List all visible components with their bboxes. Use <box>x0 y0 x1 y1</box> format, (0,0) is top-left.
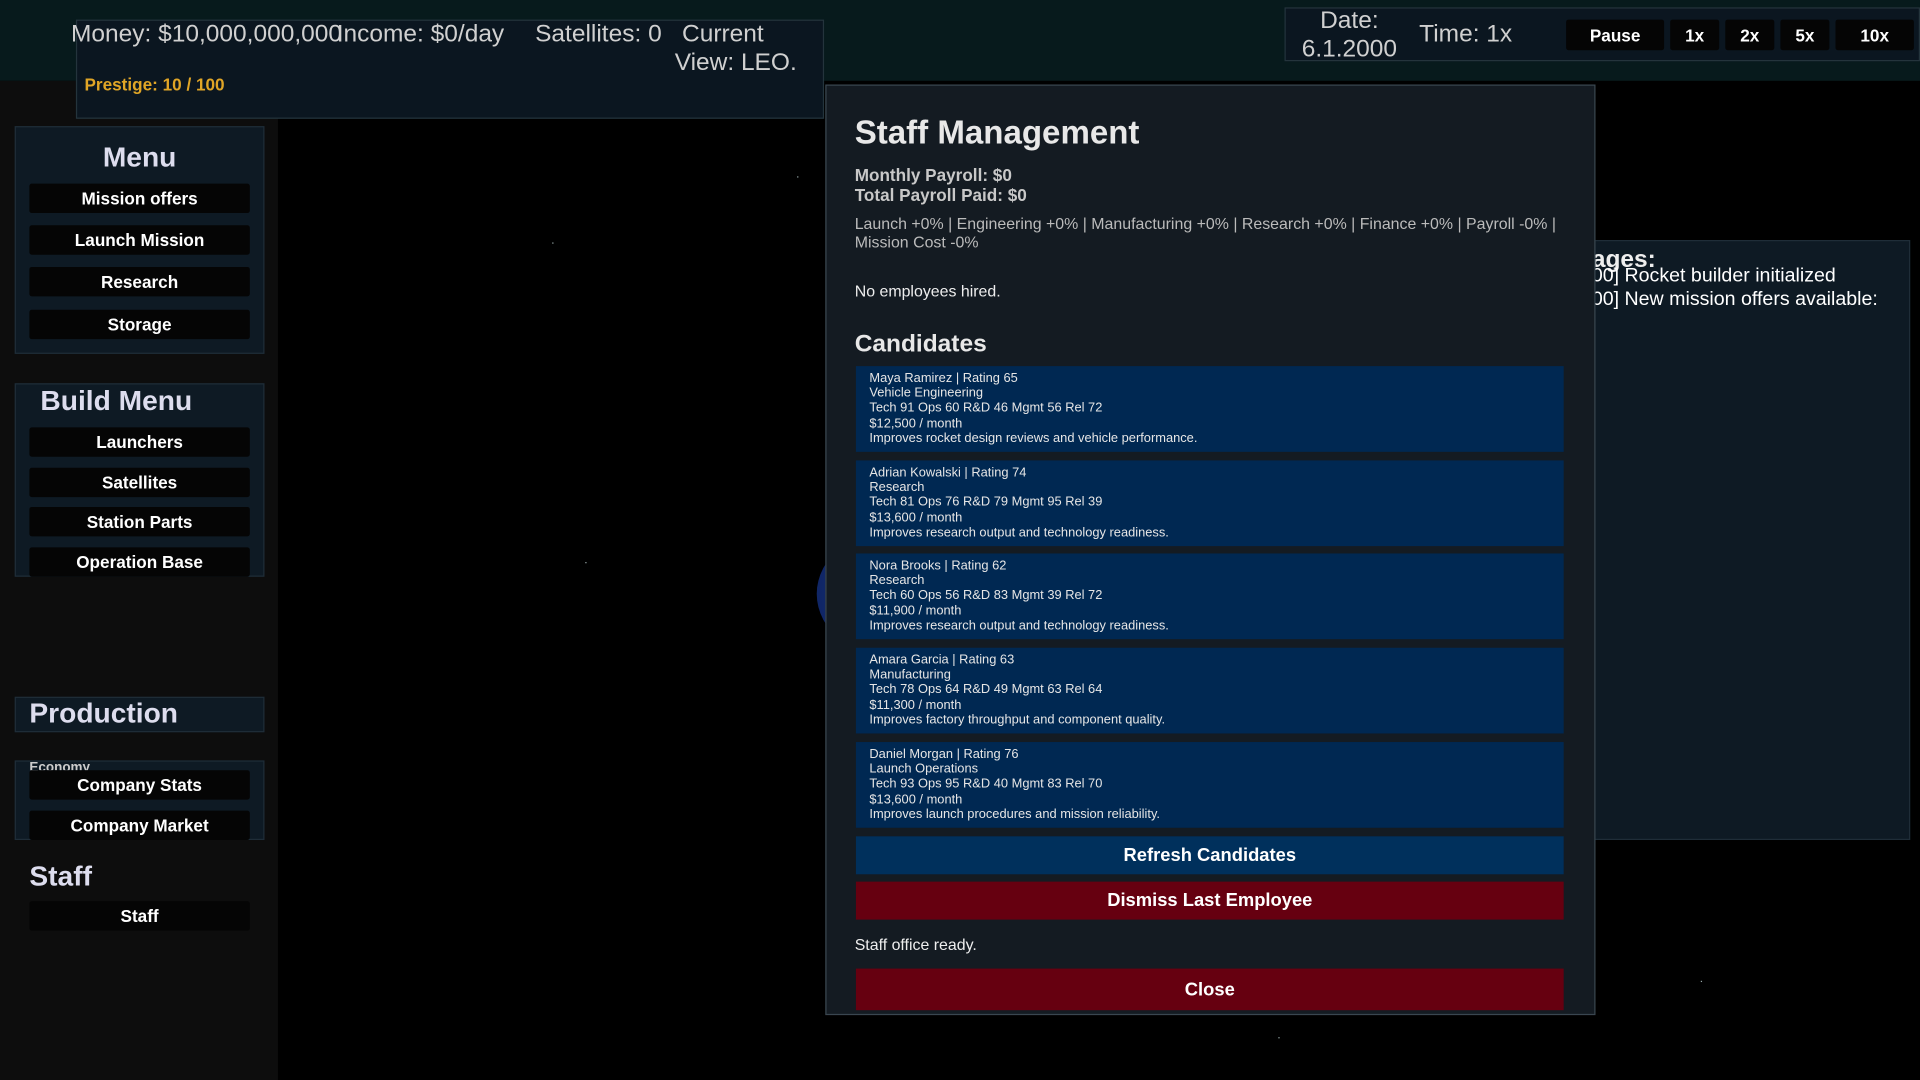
satellites-button[interactable]: Satellites <box>29 467 250 498</box>
candidate-salary: $11,900 / month <box>869 603 962 618</box>
candidate-header: Amara Garcia | Rating 63 <box>869 652 1015 668</box>
candidate-role: Launch Operations <box>869 761 979 777</box>
candidate-card[interactable]: Adrian Kowalski | Rating 74 Research Tec… <box>855 460 1564 547</box>
prestige-label: Prestige: 10 / 100 <box>84 74 225 95</box>
candidate-salary: $11,300 / month <box>869 697 962 713</box>
economy-label: Economy <box>29 760 91 771</box>
pause-button[interactable]: Pause <box>1566 19 1665 51</box>
candidate-role: Research <box>869 573 925 589</box>
storage-button[interactable]: Storage <box>29 309 250 340</box>
candidate-card[interactable]: Daniel Morgan | Rating 76 Launch Operati… <box>855 742 1564 828</box>
candidate-salary: $12,500 / month <box>869 415 963 431</box>
candidate-description: Improves research output and technology … <box>869 618 1169 633</box>
launchers-button[interactable]: Launchers <box>29 427 250 457</box>
launch-mission-button[interactable]: Launch Mission <box>29 225 250 255</box>
company-market-button[interactable]: Company Market <box>29 810 250 841</box>
star <box>1278 1037 1280 1039</box>
candidate-role: Manufacturing <box>869 667 951 683</box>
income-label: Income: $0/day <box>336 20 505 48</box>
monthly-payroll: Monthly Payroll: $0 <box>854 165 1012 185</box>
candidate-description: Improves factory throughput and componen… <box>869 712 1166 728</box>
star <box>585 562 587 564</box>
dismiss-last-employee-button[interactable]: Dismiss Last Employee <box>855 881 1564 920</box>
close-button[interactable]: Close <box>855 968 1564 1011</box>
message-line: 00] New mission offers available: <box>1591 288 1878 310</box>
candidate-card[interactable]: Amara Garcia | Rating 63 Manufacturing T… <box>855 647 1564 734</box>
candidate-stats: Tech 60 Ops 56 R&D 83 Mgmt 39 Rel 72 <box>869 588 1103 603</box>
star <box>797 176 799 178</box>
date-value: 6.1.2000 <box>1301 35 1398 63</box>
candidate-description: Improves rocket design reviews and vehic… <box>869 430 1198 446</box>
candidate-description: Improves launch procedures and mission r… <box>869 806 1161 822</box>
staff-section-title: Staff <box>29 859 92 892</box>
game-screen: Money: $10,000,000,000 Income: $0/day Sa… <box>0 0 1920 1080</box>
menu-title: Menu <box>102 140 177 173</box>
speed-1x-button[interactable]: 1x <box>1670 19 1720 51</box>
candidate-role: Research <box>869 480 925 495</box>
candidate-stats: Tech 91 Ops 60 R&D 46 Mgmt 56 Rel 72 <box>869 400 1103 416</box>
candidate-stats: Tech 81 Ops 76 R&D 79 Mgmt 95 Rel 39 <box>869 495 1103 510</box>
modal-title: Staff Management <box>854 113 1140 151</box>
star <box>552 242 554 244</box>
time-speed-label: Time: 1x <box>1419 20 1513 48</box>
operation-base-button[interactable]: Operation Base <box>29 547 250 577</box>
date-label-line1: Date: <box>1320 7 1379 35</box>
money-label: Money: $10,000,000,000 <box>71 20 342 48</box>
view-label-line2: View: LEO. <box>674 48 797 76</box>
staff-button[interactable]: Staff <box>29 901 250 931</box>
candidate-stats: Tech 93 Ops 95 R&D 40 Mgmt 83 Rel 70 <box>869 776 1103 792</box>
build-menu-title: Build Menu <box>40 384 193 417</box>
candidate-role: Vehicle Engineering <box>869 385 984 401</box>
speed-10x-button[interactable]: 10x <box>1835 19 1914 51</box>
candidate-card[interactable]: Nora Brooks | Rating 62 Research Tech 60… <box>855 553 1564 640</box>
company-stats-button[interactable]: Company Stats <box>29 770 250 800</box>
department-modifiers: Launch +0% | Engineering +0% | Manufactu… <box>854 214 1557 252</box>
candidate-header: Daniel Morgan | Rating 76 <box>869 746 1019 762</box>
candidate-header: Maya Ramirez | Rating 65 <box>869 371 1018 386</box>
production-title[interactable]: Production <box>29 697 178 730</box>
speed-5x-button[interactable]: 5x <box>1780 19 1830 51</box>
speed-2x-button[interactable]: 2x <box>1725 19 1775 51</box>
staff-office-status: Staff office ready. <box>854 935 977 954</box>
total-payroll: Total Payroll Paid: $0 <box>854 184 1027 205</box>
star <box>1700 980 1703 983</box>
satellites-label: Satellites: 0 <box>535 20 662 48</box>
candidate-salary: $13,600 / month <box>869 791 963 807</box>
candidate-header: Adrian Kowalski | Rating 74 <box>869 465 1027 481</box>
message-line: 00] Rocket builder initialized <box>1591 265 1836 287</box>
candidate-card[interactable]: Maya Ramirez | Rating 65 Vehicle Enginee… <box>855 366 1564 452</box>
view-label-line1: Current <box>682 20 764 48</box>
employees-status: No employees hired. <box>854 281 1001 301</box>
messages-panel <box>1591 240 1911 841</box>
mission-offers-button[interactable]: Mission offers <box>29 183 250 214</box>
refresh-candidates-button[interactable]: Refresh Candidates <box>855 836 1564 875</box>
candidate-description: Improves research output and technology … <box>869 525 1169 540</box>
candidates-title: Candidates <box>854 330 987 358</box>
research-button[interactable]: Research <box>29 266 250 297</box>
date-label: Date: 6.1.2000 <box>1300 7 1398 63</box>
station-parts-button[interactable]: Station Parts <box>29 506 250 537</box>
candidate-header: Nora Brooks | Rating 62 <box>869 558 1007 574</box>
candidate-salary: $13,600 / month <box>869 510 963 525</box>
candidate-stats: Tech 78 Ops 64 R&D 49 Mgmt 63 Rel 64 <box>869 682 1103 698</box>
